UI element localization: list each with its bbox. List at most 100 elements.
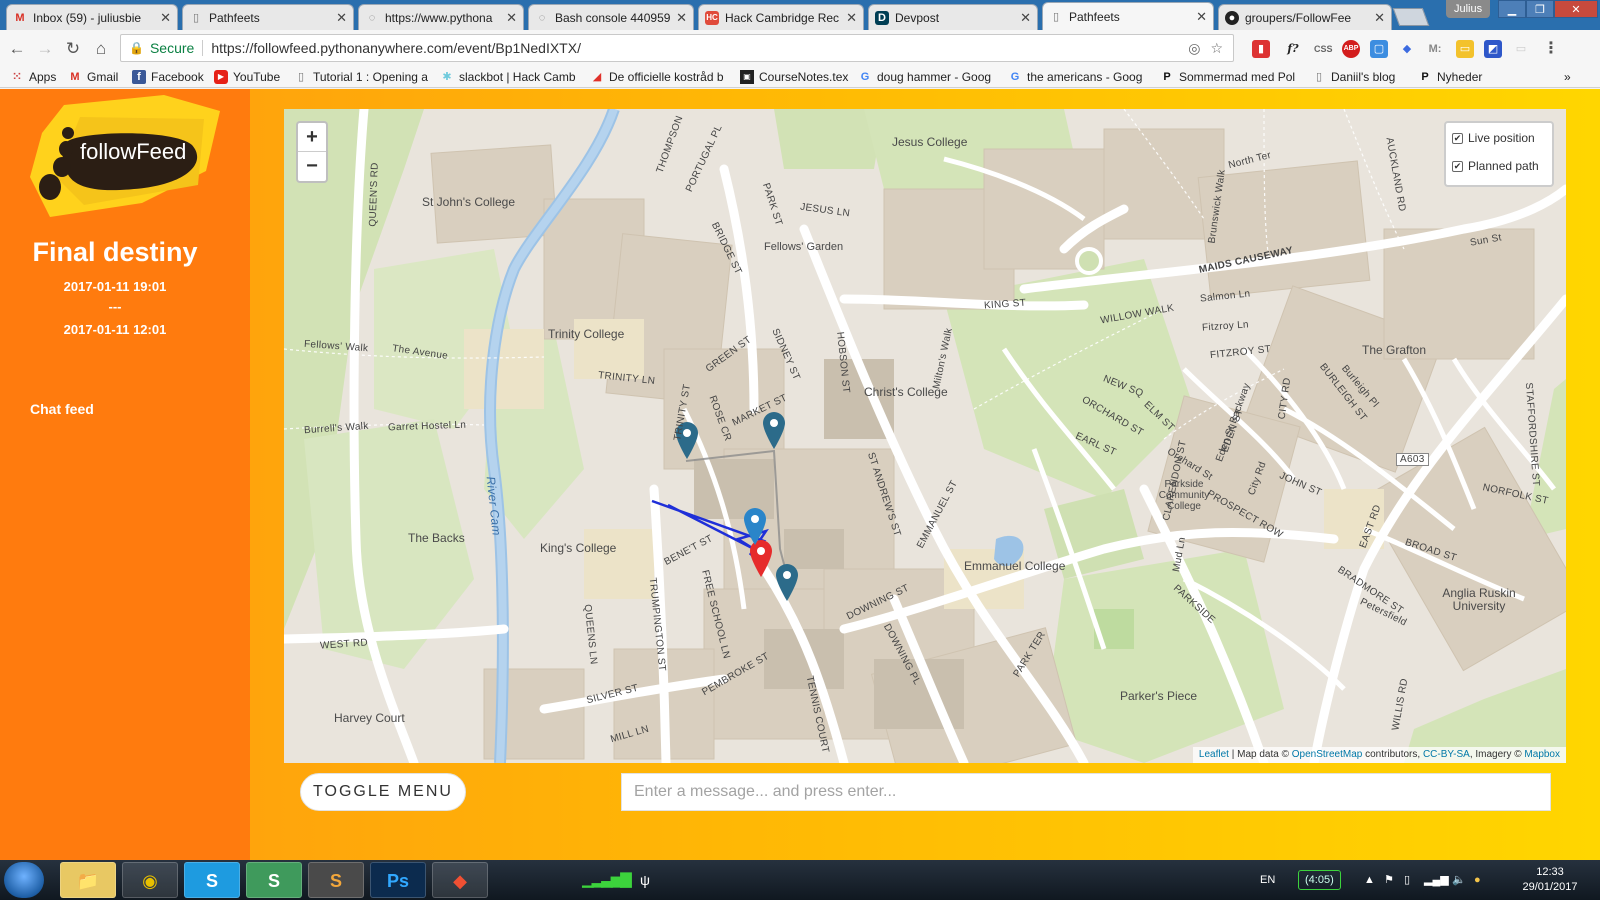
- tab-bash-console[interactable]: ◌ Bash console 440959 ✕: [528, 4, 694, 30]
- network-signal-icon[interactable]: ▁▂▃▅▇: [582, 860, 632, 900]
- bookmark-label: Facebook: [151, 70, 204, 84]
- bookmark-coursenotes[interactable]: ▣ CourseNotes.tex: [740, 68, 852, 86]
- planned-stop-marker[interactable]: [761, 411, 787, 451]
- live-position-toggle[interactable]: ✔ Live position: [1446, 125, 1552, 151]
- bookmarks-overflow-icon[interactable]: »: [1564, 68, 1584, 86]
- battery-icon[interactable]: ▯: [1404, 860, 1410, 900]
- css-extension-icon[interactable]: CSS: [1314, 40, 1333, 58]
- chat-message-input[interactable]: [621, 773, 1551, 811]
- current-marker[interactable]: [742, 507, 768, 547]
- bookmark-label: Apps: [29, 70, 57, 84]
- tab-hack-cambridge[interactable]: HC Hack Cambridge Rec ✕: [698, 4, 864, 30]
- planned-stop-marker[interactable]: [774, 563, 800, 603]
- sublime-text-icon[interactable]: S: [308, 862, 364, 898]
- leaflet-link[interactable]: Leaflet: [1199, 749, 1229, 760]
- checkbox-checked-icon[interactable]: ✔: [1452, 132, 1463, 144]
- bookmark-slackbot[interactable]: ✱ slackbot | Hack Camb: [440, 68, 584, 86]
- photoshop-icon[interactable]: Ps: [370, 862, 426, 898]
- extension-red-icon[interactable]: ▮: [1252, 40, 1270, 58]
- checkbox-checked-icon[interactable]: ✔: [1452, 160, 1463, 172]
- sidebar: followFeed Final destiny 2017-01-11 19:0…: [0, 89, 250, 860]
- tab-github[interactable]: ● groupers/FollowFee ✕: [1218, 4, 1392, 30]
- address-url[interactable]: https://followfeed.pythonanywhere.com/ev…: [211, 40, 1188, 56]
- bookmark-tutorial[interactable]: ▯ Tutorial 1 : Opening a: [294, 68, 434, 86]
- show-hidden-icons-icon[interactable]: ▲: [1364, 860, 1375, 900]
- zoom-in-button[interactable]: +: [298, 123, 326, 152]
- close-icon[interactable]: ✕: [160, 10, 171, 26]
- bookmark-youtube[interactable]: ▶ YouTube: [214, 68, 288, 86]
- extension-m-icon[interactable]: M:: [1426, 40, 1444, 58]
- volume-icon[interactable]: 🔈: [1452, 860, 1466, 900]
- tab-title: https://www.pythona: [385, 10, 493, 25]
- tab-pythonanywhere[interactable]: ◌ https://www.pythona ✕: [358, 4, 524, 30]
- bookmark-sommermad[interactable]: P Sommermad med Pol: [1160, 68, 1306, 86]
- tab-devpost[interactable]: D Devpost ✕: [868, 4, 1038, 30]
- extension-diamond-icon[interactable]: ◆: [1398, 40, 1416, 58]
- close-icon[interactable]: ✕: [676, 10, 687, 26]
- battery-time[interactable]: (4:05): [1298, 870, 1341, 890]
- action-center-flag-icon[interactable]: ⚑: [1384, 860, 1394, 900]
- bookmark-nyheder[interactable]: P Nyheder: [1418, 68, 1494, 86]
- profile-button[interactable]: Julius: [1446, 0, 1491, 18]
- slack-icon[interactable]: S: [246, 862, 302, 898]
- close-icon[interactable]: ✕: [506, 10, 517, 26]
- language-indicator[interactable]: EN: [1260, 860, 1275, 900]
- bookmark-daniils-blog[interactable]: ▯ Daniil's blog: [1312, 68, 1412, 86]
- bookmark-gmail[interactable]: M Gmail: [68, 68, 126, 86]
- close-icon[interactable]: ✕: [1374, 10, 1385, 26]
- close-icon[interactable]: ✕: [1196, 9, 1207, 25]
- bookmark-apps[interactable]: ⁙ Apps: [10, 68, 68, 86]
- chrome-menu-icon[interactable]: ⋮: [1542, 40, 1560, 58]
- bookmark-kostraad[interactable]: ◢ De officielle kostråd b: [590, 68, 734, 86]
- extension-gray-icon[interactable]: ▭: [1512, 40, 1530, 58]
- maximize-icon[interactable]: ❐: [1526, 0, 1554, 18]
- skype-icon[interactable]: S: [184, 862, 240, 898]
- bookmark-facebook[interactable]: f Facebook: [132, 68, 210, 86]
- forward-arrow-icon[interactable]: →: [34, 38, 56, 60]
- git-icon[interactable]: ◆: [432, 862, 488, 898]
- chrome-icon[interactable]: ◉: [122, 862, 178, 898]
- minimize-icon[interactable]: ▁: [1498, 0, 1526, 18]
- bookmark-the-americans[interactable]: Gthe americans - Goog: [1008, 68, 1154, 86]
- home-icon[interactable]: ⌂: [90, 38, 112, 60]
- tab-inbox[interactable]: M Inbox (59) - juliusbie ✕: [6, 4, 178, 30]
- close-icon[interactable]: ✕: [1020, 10, 1031, 26]
- update-icon[interactable]: ●: [1474, 860, 1481, 900]
- signal-bars-icon[interactable]: ▂▄▆: [1424, 860, 1449, 900]
- event-start-date: 2017-01-11 19:01: [63, 279, 167, 294]
- address-bar[interactable]: 🔒 Secure https://followfeed.pythonanywhe…: [120, 34, 1234, 62]
- map-label: Anglia Ruskin University: [1442, 586, 1516, 613]
- window-close-icon[interactable]: ✕: [1554, 0, 1598, 18]
- map-view[interactable]: Jesus College St John's College Trinity …: [284, 109, 1566, 763]
- bookmark-star-icon[interactable]: ☆: [1210, 40, 1223, 57]
- adblock-plus-icon[interactable]: ABP: [1342, 40, 1360, 58]
- zoom-out-button[interactable]: −: [298, 152, 326, 181]
- map-zoom-control: + −: [296, 121, 328, 183]
- close-icon[interactable]: ✕: [336, 10, 347, 26]
- back-arrow-icon[interactable]: ←: [6, 38, 28, 60]
- function-extension-icon[interactable]: f?: [1284, 40, 1302, 58]
- bookmark-doug-hammer[interactable]: Gdoug hammer - Goog: [858, 68, 1002, 86]
- chat-feed-link[interactable]: Chat feed: [30, 401, 94, 417]
- taskbar-clock[interactable]: 12:33 29/01/2017: [1518, 865, 1582, 895]
- wifi-antenna-icon[interactable]: ψ: [640, 860, 650, 900]
- extension-flag-icon[interactable]: ◩: [1484, 40, 1502, 58]
- google-icon: G: [1010, 71, 1020, 83]
- tab-pathfeets-active[interactable]: ▯ Pathfeets ✕: [1042, 2, 1214, 30]
- osm-link[interactable]: OpenStreetMap: [1292, 749, 1363, 760]
- tab-pathfeets[interactable]: ▯ Pathfeets ✕: [182, 4, 354, 30]
- extension-folder-icon[interactable]: ▭: [1456, 40, 1474, 58]
- toggle-menu-button[interactable]: TOGGLE MENU: [300, 773, 466, 811]
- start-button-icon[interactable]: [4, 862, 44, 898]
- extension-blue-icon[interactable]: ▢: [1370, 40, 1388, 58]
- mapbox-link[interactable]: Mapbox: [1524, 749, 1560, 760]
- close-icon[interactable]: ✕: [846, 10, 857, 26]
- map-label: The Backs: [408, 531, 465, 545]
- new-tab-button[interactable]: [1392, 8, 1430, 26]
- location-target-icon[interactable]: ◎: [1188, 40, 1200, 57]
- planned-path-toggle[interactable]: ✔ Planned path: [1446, 153, 1552, 179]
- cc-link[interactable]: CC-BY-SA: [1423, 749, 1470, 760]
- file-explorer-icon[interactable]: 📁: [60, 862, 116, 898]
- gmail-icon: M: [70, 71, 80, 83]
- reload-icon[interactable]: ↻: [62, 38, 84, 60]
